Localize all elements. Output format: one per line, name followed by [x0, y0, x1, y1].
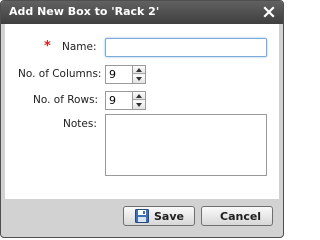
floppy-disk-icon	[135, 209, 149, 223]
rows-stepper	[132, 91, 146, 110]
rows-label: No. of Rows:	[33, 94, 99, 106]
rows-input[interactable]	[105, 91, 132, 110]
columns-label: No. of Columns:	[18, 68, 102, 80]
close-icon[interactable]	[262, 4, 276, 18]
required-indicator: *	[44, 39, 51, 54]
dialog-body: * Name: No. of Columns: No. of Rows: Not…	[5, 24, 279, 199]
dialog-title: Add New Box to 'Rack 2'	[9, 5, 160, 18]
columns-increment-button[interactable]	[133, 66, 145, 74]
notes-label: Notes:	[63, 118, 97, 130]
name-label: Name:	[62, 41, 97, 53]
save-button[interactable]: Save	[123, 206, 195, 226]
columns-decrement-button[interactable]	[133, 75, 145, 83]
rows-increment-button[interactable]	[133, 92, 145, 100]
name-input[interactable]	[105, 38, 267, 57]
arrow-up-icon	[136, 68, 142, 72]
columns-stepper	[132, 65, 146, 84]
cancel-button-label: Cancel	[220, 210, 262, 223]
add-box-dialog: Add New Box to 'Rack 2' * Name: No. of C…	[0, 0, 284, 238]
save-button-label: Save	[154, 210, 184, 223]
dialog-titlebar[interactable]: Add New Box to 'Rack 2'	[1, 1, 283, 24]
cancel-button[interactable]: Cancel	[201, 206, 273, 226]
rows-decrement-button[interactable]	[133, 101, 145, 109]
columns-input[interactable]	[105, 65, 132, 84]
notes-textarea[interactable]	[105, 114, 267, 176]
arrow-down-icon	[136, 77, 142, 81]
arrow-up-icon	[136, 94, 142, 98]
arrow-down-icon	[136, 103, 142, 107]
